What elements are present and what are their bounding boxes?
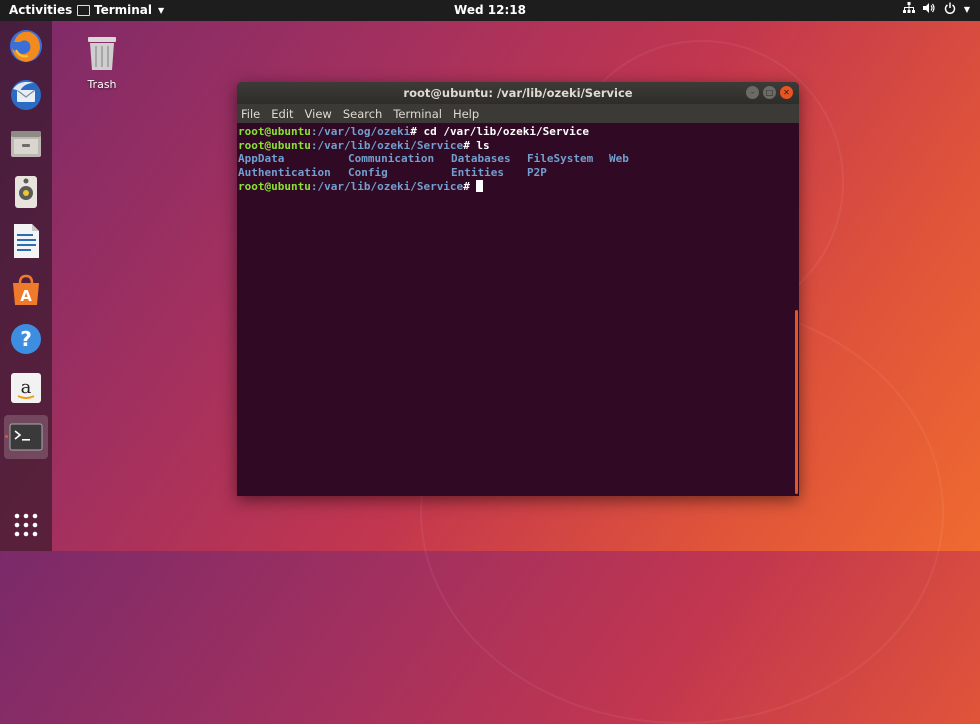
text-cursor: [476, 179, 484, 192]
maximize-icon[interactable]: □: [763, 86, 776, 99]
prompt-path: :/var/lib/ozeki/Service: [310, 138, 464, 152]
amazon-icon: a: [11, 373, 41, 403]
directory-entry: Entities: [451, 166, 504, 180]
menu-bar: File Edit View Search Terminal Help: [237, 104, 799, 123]
activities-button[interactable]: Activities: [9, 3, 72, 17]
files-icon: [11, 131, 41, 157]
minimize-icon[interactable]: –: [746, 86, 759, 99]
terminal-line: root@ubuntu:/var/lib/ozeki/Service# ls: [238, 139, 799, 153]
top-bar: Activities Terminal ▼ Wed 12:18 ▼: [0, 0, 980, 21]
writer-launcher[interactable]: [4, 219, 48, 263]
prompt-command: # ls: [463, 138, 490, 152]
trash-icon: [88, 37, 116, 70]
terminal-line: root@ubuntu:/var/log/ozeki# cd /var/lib/…: [238, 125, 799, 139]
software-launcher[interactable]: A: [4, 268, 48, 312]
terminal-window[interactable]: root@ubuntu: /var/lib/ozeki/Service – □ …: [237, 82, 799, 496]
trash-label: Trash: [87, 78, 117, 91]
svg-text:A: A: [20, 287, 32, 305]
prompt-user: root@ubuntu: [238, 138, 311, 152]
dock: A ? a: [0, 21, 52, 551]
terminal-icon: [9, 423, 43, 451]
software-center-icon: A: [13, 274, 39, 305]
clock[interactable]: Wed 12:18: [454, 3, 526, 17]
window-titlebar[interactable]: root@ubuntu: /var/lib/ozeki/Service – □ …: [237, 82, 799, 104]
rhythmbox-icon: [15, 176, 37, 208]
terminal-small-icon: [77, 4, 90, 16]
scrollbar[interactable]: [795, 310, 798, 494]
chevron-down-icon: ▼: [158, 5, 165, 15]
menu-edit[interactable]: Edit: [271, 107, 293, 121]
running-indicator: [5, 435, 8, 438]
power-icon[interactable]: [944, 2, 956, 18]
thunderbird-launcher[interactable]: [4, 73, 48, 117]
ls-output-line: AppData Communication Databases FileSystem W…: [238, 152, 799, 166]
volume-icon[interactable]: [922, 2, 936, 18]
prompt-user: root@ubuntu: [238, 125, 311, 138]
directory-entry: Config: [348, 166, 388, 180]
prompt-command: # cd /var/lib/ozeki/Service: [410, 125, 590, 138]
menu-file[interactable]: File: [241, 107, 260, 121]
svg-text:a: a: [21, 377, 32, 398]
terminal-output[interactable]: root@ubuntu:/var/log/ozeki# cd /var/lib/…: [237, 123, 799, 193]
directory-entry: FileSystem: [527, 152, 594, 166]
app-menu[interactable]: Terminal ▼: [77, 3, 164, 17]
menu-view[interactable]: View: [305, 107, 332, 121]
prompt-path: :/var/log/ozeki: [310, 125, 411, 138]
window-controls: – □ ✕: [746, 86, 793, 99]
terminal-line: root@ubuntu:/var/lib/ozeki/Service#: [238, 179, 799, 194]
system-tray[interactable]: ▼: [902, 2, 970, 18]
terminal-launcher[interactable]: [4, 415, 48, 459]
firefox-launcher[interactable]: [4, 24, 48, 68]
directory-entry: Web: [609, 152, 629, 166]
help-launcher[interactable]: ?: [4, 317, 48, 361]
thunderbird-icon: [11, 80, 41, 110]
app-menu-label: Terminal: [94, 3, 153, 17]
firefox-icon: [10, 30, 42, 62]
prompt-command: #: [463, 179, 477, 193]
directory-entry: AppData: [238, 152, 285, 166]
ls-output-line: Authentication Config Entities P2P: [238, 166, 799, 180]
directory-entry: P2P: [527, 166, 547, 180]
amazon-launcher[interactable]: a: [4, 366, 48, 410]
menu-search[interactable]: Search: [343, 107, 383, 121]
prompt-path: :/var/lib/ozeki/Service: [310, 179, 464, 193]
close-icon[interactable]: ✕: [780, 86, 793, 99]
window-title: root@ubuntu: /var/lib/ozeki/Service: [403, 86, 633, 100]
svg-text:?: ?: [20, 327, 32, 351]
help-icon: ?: [11, 324, 41, 354]
files-launcher[interactable]: [4, 121, 48, 165]
menu-help[interactable]: Help: [453, 107, 479, 121]
libreoffice-writer-icon: [14, 224, 39, 258]
directory-entry: Communication: [348, 152, 435, 166]
chevron-down-icon[interactable]: ▼: [964, 2, 970, 18]
desktop-trash[interactable]: Trash: [82, 34, 122, 91]
show-applications-icon: [14, 513, 38, 537]
directory-entry: Databases: [451, 152, 511, 166]
show-apps-button[interactable]: [4, 503, 48, 547]
prompt-user: root@ubuntu: [238, 179, 311, 193]
menu-terminal[interactable]: Terminal: [393, 107, 442, 121]
directory-entry: Authentication: [238, 166, 331, 180]
network-icon[interactable]: [902, 2, 915, 18]
rhythmbox-launcher[interactable]: [4, 170, 48, 214]
